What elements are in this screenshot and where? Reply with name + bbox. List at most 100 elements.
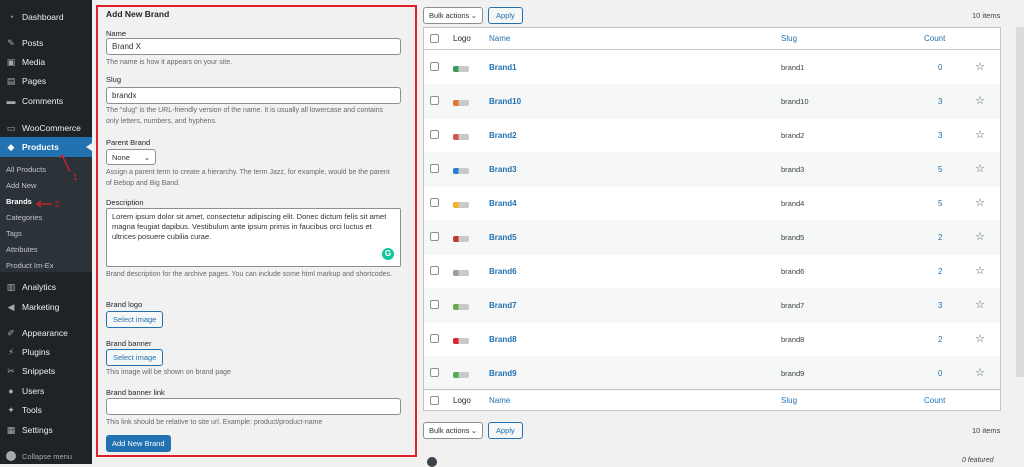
table-row[interactable]: Brand4 brand4 5 ☆ xyxy=(424,186,1000,221)
parent-select[interactable]: None ⌄ xyxy=(106,149,156,165)
brand-slug: brand8 xyxy=(781,335,805,344)
table-row[interactable]: Brand10 brand10 3 ☆ xyxy=(424,84,1000,119)
select-logo-button[interactable]: Select image xyxy=(106,311,164,328)
table-row[interactable]: Brand9 brand9 0 ☆ xyxy=(424,356,1000,391)
table-row[interactable]: Brand7 brand7 3 ☆ xyxy=(424,288,1000,323)
star-icon[interactable]: ☆ xyxy=(975,264,985,277)
brand-name[interactable]: Brand10 xyxy=(489,97,521,106)
star-icon[interactable]: ☆ xyxy=(975,196,985,209)
table-row[interactable]: Brand1 brand1 0 ☆ xyxy=(424,50,1000,85)
logo-label: Brand logo xyxy=(106,300,143,309)
column-slug-bottom[interactable]: Slug xyxy=(781,396,797,405)
row-checkbox[interactable] xyxy=(430,368,439,377)
bulk-actions-top: Bulk actions ⌄ Apply xyxy=(423,7,523,24)
annotation-1: 1 xyxy=(73,173,78,182)
star-icon[interactable]: ☆ xyxy=(975,366,985,379)
brand-count[interactable]: 2 xyxy=(938,335,942,344)
name-input[interactable]: Brand X xyxy=(106,38,401,55)
table-row[interactable]: Brand3 brand3 5 ☆ xyxy=(424,152,1000,187)
column-slug[interactable]: Slug xyxy=(781,34,797,43)
row-checkbox[interactable] xyxy=(430,300,439,309)
brand-slug: brand7 xyxy=(781,301,805,310)
grammarly-icon[interactable]: G xyxy=(382,248,394,260)
select-banner-button[interactable]: Select image xyxy=(106,349,164,366)
brand-logo xyxy=(453,304,469,310)
add-brand-form: Add New Brand Name Brand X The name is h… xyxy=(96,5,417,457)
banner-hint: This image will be shown on brand page xyxy=(106,369,231,376)
brand-count[interactable]: 5 xyxy=(938,199,942,208)
brand-count[interactable]: 3 xyxy=(938,97,942,106)
brand-name[interactable]: Brand2 xyxy=(489,131,517,140)
add-new-brand-button[interactable]: Add New Brand xyxy=(106,435,171,452)
info-icon xyxy=(427,457,437,467)
chevron-down-icon: ⌄ xyxy=(470,426,477,435)
brand-count[interactable]: 2 xyxy=(938,233,942,242)
brand-slug: brand6 xyxy=(781,267,805,276)
brand-count[interactable]: 3 xyxy=(938,301,942,310)
scrollbar[interactable] xyxy=(1016,27,1024,377)
row-checkbox[interactable] xyxy=(430,62,439,71)
brand-name[interactable]: Brand6 xyxy=(489,267,517,276)
brand-count[interactable]: 5 xyxy=(938,165,942,174)
brand-name[interactable]: Brand9 xyxy=(489,369,517,378)
row-checkbox[interactable] xyxy=(430,232,439,241)
brand-logo xyxy=(453,372,469,378)
bulk-actions-select[interactable]: Bulk actions ⌄ xyxy=(423,7,483,24)
banner-link-label: Brand banner link xyxy=(106,388,165,397)
star-icon[interactable]: ☆ xyxy=(975,298,985,311)
column-count-bottom[interactable]: Count xyxy=(924,396,945,405)
bulk-actions-select-bottom[interactable]: Bulk actions ⌄ xyxy=(423,422,483,439)
banner-link-input[interactable] xyxy=(106,398,401,415)
brand-logo xyxy=(453,100,469,106)
brand-name[interactable]: Brand3 xyxy=(489,165,517,174)
brand-count[interactable]: 2 xyxy=(938,267,942,276)
select-all-checkbox[interactable] xyxy=(430,34,439,43)
star-icon[interactable]: ☆ xyxy=(975,60,985,73)
chevron-down-icon: ⌄ xyxy=(143,152,150,162)
slug-label: Slug xyxy=(106,75,122,84)
select-all-checkbox-bottom[interactable] xyxy=(430,396,439,405)
brand-slug: brand4 xyxy=(781,199,805,208)
slug-hint: The “slug” is the URL-friendly version o… xyxy=(106,107,384,125)
brands-table: Logo Name Slug Count Brand1 brand1 0 ☆ Brand… xyxy=(423,27,1001,411)
table-row[interactable]: Brand6 brand6 2 ☆ xyxy=(424,254,1000,289)
brand-count[interactable]: 0 xyxy=(938,63,942,72)
row-checkbox[interactable] xyxy=(430,334,439,343)
row-checkbox[interactable] xyxy=(430,164,439,173)
description-textarea[interactable]: Lorem ipsum dolor sit amet, consectetur … xyxy=(106,208,401,267)
apply-button[interactable]: Apply xyxy=(488,7,523,24)
apply-button-bottom[interactable]: Apply xyxy=(488,422,523,439)
table-row[interactable]: Brand8 brand8 2 ☆ xyxy=(424,322,1000,357)
brand-name[interactable]: Brand4 xyxy=(489,199,517,208)
row-checkbox[interactable] xyxy=(430,96,439,105)
brand-logo xyxy=(453,134,469,140)
brand-count[interactable]: 3 xyxy=(938,131,942,140)
table-row[interactable]: Brand2 brand2 3 ☆ xyxy=(424,118,1000,153)
brand-name[interactable]: Brand8 xyxy=(489,335,517,344)
table-row[interactable]: Brand5 brand5 2 ☆ xyxy=(424,220,1000,255)
star-icon[interactable]: ☆ xyxy=(975,332,985,345)
brand-name[interactable]: Brand5 xyxy=(489,233,517,242)
brand-slug: brand1 xyxy=(781,63,805,72)
star-icon[interactable]: ☆ xyxy=(975,230,985,243)
brand-count[interactable]: 0 xyxy=(938,369,942,378)
brand-name[interactable]: Brand7 xyxy=(489,301,517,310)
column-name-bottom[interactable]: Name xyxy=(489,396,510,405)
brand-logo xyxy=(453,270,469,276)
brand-logo xyxy=(453,202,469,208)
name-label: Name xyxy=(106,29,127,38)
column-count[interactable]: Count xyxy=(924,34,945,43)
row-checkbox[interactable] xyxy=(430,198,439,207)
star-icon[interactable]: ☆ xyxy=(975,162,985,175)
table-header: Logo Name Slug Count xyxy=(424,28,1000,50)
column-name[interactable]: Name xyxy=(489,34,510,43)
star-icon[interactable]: ☆ xyxy=(975,94,985,107)
brand-name[interactable]: Brand1 xyxy=(489,63,517,72)
bulk-actions-bottom: Bulk actions ⌄ Apply xyxy=(423,422,523,439)
row-checkbox[interactable] xyxy=(430,266,439,275)
brand-slug: brand9 xyxy=(781,369,805,378)
featured-count: 0 featured xyxy=(962,457,994,464)
star-icon[interactable]: ☆ xyxy=(975,128,985,141)
slug-input[interactable]: brandx xyxy=(106,87,401,104)
row-checkbox[interactable] xyxy=(430,130,439,139)
